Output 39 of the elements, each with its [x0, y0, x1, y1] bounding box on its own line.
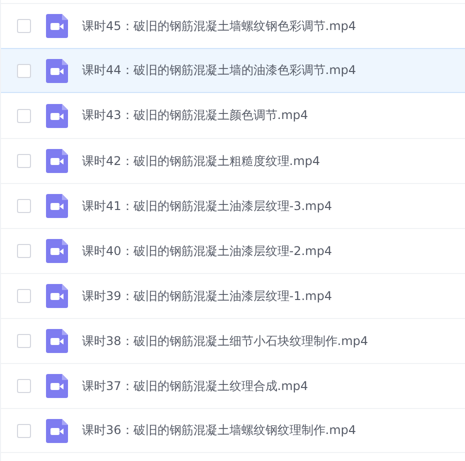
- file-name: 课时44：破旧的钢筋混凝土墙的油漆色彩调节.mp4: [82, 62, 356, 79]
- checkbox[interactable]: [17, 379, 31, 393]
- file-row[interactable]: 课时37：破旧的钢筋混凝土纹理合成.mp4: [1, 363, 465, 408]
- file-name: 课时39：破旧的钢筋混凝土油漆层纹理-1.mp4: [82, 288, 332, 304]
- checkbox[interactable]: [17, 108, 31, 122]
- checkbox[interactable]: [17, 199, 31, 213]
- checkbox[interactable]: [17, 154, 31, 168]
- file-row[interactable]: 课时42：破旧的钢筋混凝土粗糙度纹理.mp4: [1, 138, 465, 183]
- checkbox[interactable]: [17, 289, 31, 303]
- checkbox[interactable]: [17, 334, 31, 348]
- file-name: 课时43：破旧的钢筋混凝土颜色调节.mp4: [82, 107, 308, 124]
- video-file-icon: [46, 58, 68, 82]
- checkbox[interactable]: [17, 19, 31, 33]
- video-file-icon: [46, 284, 68, 308]
- file-row[interactable]: 课时36：破旧的钢筋混凝土墙螺纹钢纹理制作.mp4: [1, 408, 465, 453]
- file-name: 课时41：破旧的钢筋混凝土油漆层纹理-3.mp4: [82, 198, 332, 214]
- file-row[interactable]: 课时44：破旧的钢筋混凝土墙的油漆色彩调节.mp4: [1, 48, 465, 93]
- file-name: 课时45：破旧的钢筋混凝土墙螺纹钢色彩调节.mp4: [82, 18, 356, 34]
- video-file-icon: [46, 194, 68, 218]
- video-file-icon: [46, 374, 68, 398]
- file-name: 课时40：破旧的钢筋混凝土油漆层纹理-2.mp4: [82, 242, 332, 260]
- file-row[interactable]: 课时39：破旧的钢筋混凝土油漆层纹理-1.mp4: [1, 273, 465, 318]
- file-row[interactable]: 课时38：破旧的钢筋混凝土细节小石块纹理制作.mp4: [1, 318, 465, 363]
- file-row[interactable]: 课时41：破旧的钢筋混凝土油漆层纹理-3.mp4: [1, 183, 465, 228]
- video-file-icon: [46, 14, 68, 38]
- checkbox[interactable]: [17, 64, 31, 78]
- file-name: 课时38：破旧的钢筋混凝土细节小石块纹理制作.mp4: [82, 332, 368, 350]
- file-name: 课时36：破旧的钢筋混凝土墙螺纹钢纹理制作.mp4: [82, 422, 356, 439]
- video-file-icon: [46, 329, 68, 353]
- video-file-icon: [46, 104, 68, 128]
- video-file-icon: [46, 149, 68, 173]
- file-name: 课时37：破旧的钢筋混凝土纹理合成.mp4: [82, 378, 308, 394]
- checkbox[interactable]: [17, 424, 31, 438]
- file-name: 课时42：破旧的钢筋混凝土粗糙度纹理.mp4: [82, 152, 320, 170]
- video-file-icon: [46, 239, 68, 263]
- checkbox[interactable]: [17, 244, 31, 258]
- file-row[interactable]: 课时40：破旧的钢筋混凝土油漆层纹理-2.mp4: [1, 228, 465, 273]
- file-row[interactable]: 课时43：破旧的钢筋混凝土颜色调节.mp4: [1, 93, 465, 138]
- video-file-icon: [46, 418, 68, 442]
